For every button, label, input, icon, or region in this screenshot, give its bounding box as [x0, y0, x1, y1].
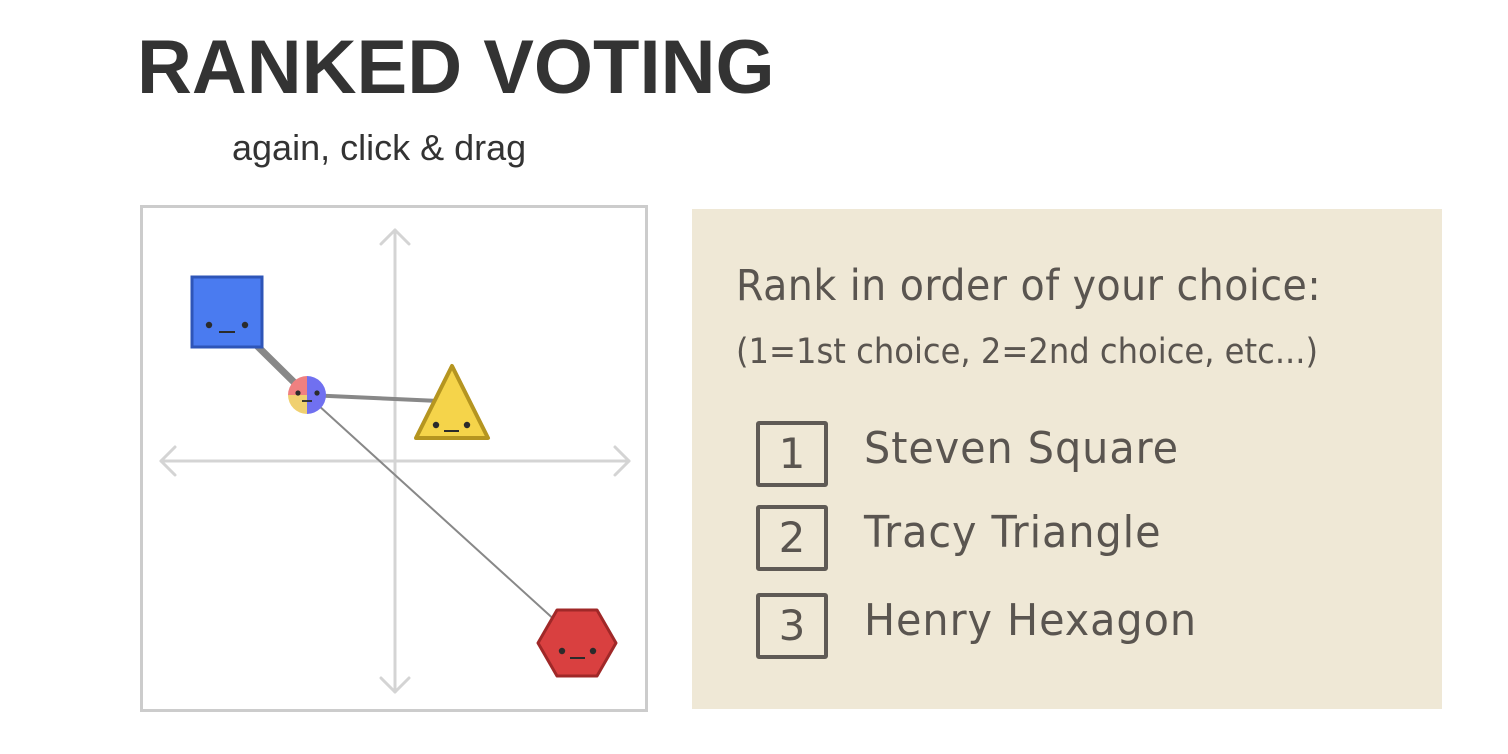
- preference-line-triangle: [305, 393, 441, 403]
- candidate-name-tracy-triangle: Tracy Triangle: [864, 507, 1162, 558]
- square-candidate-icon[interactable]: [190, 275, 264, 349]
- hexagon-candidate-icon[interactable]: [536, 608, 618, 678]
- candidate-name-steven-square: Steven Square: [864, 423, 1180, 474]
- rank-box-2[interactable]: 2: [756, 505, 828, 571]
- ballot-row-tracy-triangle: 2 Tracy Triangle: [756, 505, 1396, 577]
- voter-pie-icon[interactable]: [288, 376, 326, 414]
- ballot-row-steven-square: 1 Steven Square: [756, 421, 1396, 493]
- rank-box-1[interactable]: 1: [756, 421, 828, 487]
- page-subtitle: again, click & drag: [232, 127, 527, 168]
- candidate-name-henry-hexagon: Henry Hexagon: [864, 595, 1198, 646]
- ranked-ballot: Rank in order of your choice: (1=1st cho…: [692, 209, 1442, 709]
- voting-simulation-canvas[interactable]: [143, 208, 645, 709]
- ballot-row-henry-hexagon: 3 Henry Hexagon: [756, 593, 1396, 665]
- rank-box-3[interactable]: 3: [756, 593, 828, 659]
- ballot-hint: (1=1st choice, 2=2nd choice, etc...): [736, 332, 1319, 372]
- voting-simulation-panel[interactable]: [140, 205, 648, 712]
- ballot-heading: Rank in order of your choice:: [736, 261, 1322, 311]
- page-title: RANKED VOTING: [137, 25, 775, 110]
